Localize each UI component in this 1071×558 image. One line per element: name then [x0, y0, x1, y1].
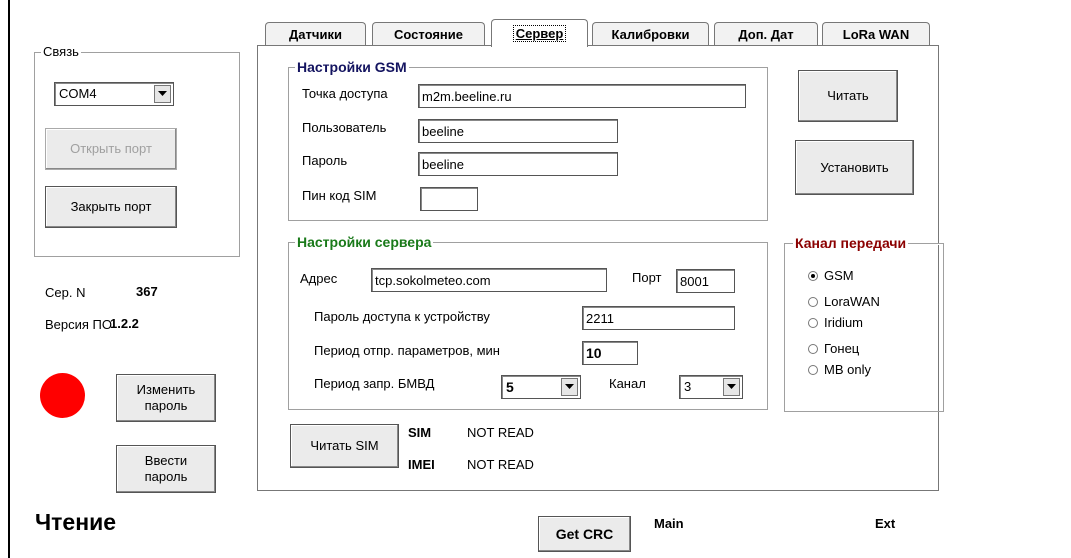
tab-calibrations-label: Калибровки: [611, 26, 690, 42]
sim-label: SIM: [408, 425, 432, 440]
tab-state[interactable]: Состояние: [372, 22, 485, 45]
server-port-input[interactable]: 8001: [676, 269, 735, 293]
main-crc-label: Main: [654, 516, 684, 531]
close-port-button[interactable]: Закрыть порт: [45, 186, 177, 228]
radio-icon: [808, 343, 818, 354]
tab-extra-sensors[interactable]: Доп. Дат: [714, 22, 818, 45]
port-select-value: COM4: [59, 86, 97, 101]
tab-sensors[interactable]: Датчики: [265, 22, 366, 45]
radio-gsm[interactable]: GSM: [808, 268, 854, 283]
tab-calibrations[interactable]: Калибровки: [592, 22, 709, 45]
serial-value: 367: [136, 284, 158, 299]
channel-value: 3: [684, 379, 692, 394]
enter-password-button[interactable]: Ввести пароль: [116, 445, 216, 493]
poll-period-select[interactable]: 5: [501, 375, 581, 399]
chevron-down-icon[interactable]: [723, 378, 740, 396]
tab-state-label: Состояние: [393, 26, 463, 42]
window-left-edge: [8, 0, 10, 558]
pin-label: Пин код SIM: [302, 188, 377, 203]
gsm-settings-title: Настройки GSM: [295, 59, 409, 75]
poll-period-value: 5: [506, 379, 514, 395]
radio-mb-only-label: MB only: [824, 362, 871, 377]
sim-value: NOT READ: [467, 425, 534, 440]
radio-icon: [808, 296, 818, 307]
change-password-line1: Изменить: [136, 382, 196, 397]
send-period-input[interactable]: 10: [582, 341, 638, 365]
channel-select[interactable]: 3: [679, 375, 743, 399]
port-label: Порт: [632, 270, 662, 285]
radio-icon: [808, 317, 818, 328]
change-password-line2: пароль: [144, 398, 188, 413]
apn-label: Точка доступа: [302, 86, 388, 101]
device-password-label: Пароль доступа к устройству: [314, 309, 490, 324]
tab-lora-wan-label: LoRa WAN: [842, 26, 910, 42]
change-password-button[interactable]: Изменить пароль: [116, 374, 216, 422]
radio-mb-only[interactable]: MB only: [808, 362, 871, 377]
radio-gsm-label: GSM: [824, 268, 854, 283]
radio-lorawan-label: LoraWAN: [824, 294, 880, 309]
tab-lora-wan[interactable]: LoRa WAN: [822, 22, 930, 45]
gsm-password-input[interactable]: beeline: [418, 152, 618, 176]
port-select[interactable]: COM4: [54, 82, 174, 106]
server-settings-title: Настройки сервера: [295, 234, 434, 250]
pin-input[interactable]: [420, 187, 478, 211]
send-period-label: Период отпр. параметров, мин: [314, 343, 500, 358]
radio-iridium-label: Iridium: [824, 315, 864, 330]
tab-server-label: Сервер: [512, 25, 567, 42]
read-sim-button[interactable]: Читать SIM: [290, 424, 399, 468]
user-input[interactable]: beeline: [418, 119, 618, 143]
status-indicator: [40, 373, 85, 418]
user-label: Пользователь: [302, 120, 387, 135]
radio-gonets-label: Гонец: [824, 341, 860, 356]
enter-password-line1: Ввести: [144, 453, 188, 468]
radio-lorawan[interactable]: LoraWAN: [808, 294, 880, 309]
comm-groupbox-title: Связь: [41, 44, 81, 59]
tab-server[interactable]: Сервер: [491, 19, 588, 47]
gsm-password-label: Пароль: [302, 153, 348, 168]
address-label: Адрес: [300, 271, 338, 286]
channel-groupbox-title: Канал передачи: [793, 235, 909, 251]
address-input[interactable]: tcp.sokolmeteo.com: [371, 268, 607, 292]
version-label: Версия ПО: [45, 317, 112, 332]
radio-selected-icon: [808, 270, 818, 281]
serial-label: Сер. N: [45, 285, 86, 300]
open-port-button[interactable]: Открыть порт: [45, 128, 177, 170]
tab-extra-sensors-label: Доп. Дат: [738, 26, 794, 42]
imei-value: NOT READ: [467, 457, 534, 472]
device-password-input[interactable]: 2211: [582, 306, 735, 330]
enter-password-line2: пароль: [144, 469, 188, 484]
imei-label: IMEI: [408, 457, 435, 472]
radio-icon: [808, 364, 818, 375]
apn-input[interactable]: m2m.beeline.ru: [418, 84, 746, 108]
poll-period-label: Период запр. БМВД: [314, 376, 435, 391]
ext-crc-label: Ext: [875, 516, 896, 531]
radio-gonets[interactable]: Гонец: [808, 341, 859, 356]
chevron-down-icon[interactable]: [561, 378, 578, 396]
radio-iridium[interactable]: Iridium: [808, 315, 863, 330]
chevron-down-icon[interactable]: [154, 85, 171, 103]
channel-label: Канал: [609, 376, 646, 391]
version-value: 1.2.2: [110, 316, 139, 331]
tab-sensors-label: Датчики: [289, 26, 342, 42]
get-crc-button[interactable]: Get CRC: [538, 516, 631, 552]
read-button[interactable]: Читать: [798, 70, 898, 122]
status-text: Чтение: [35, 509, 117, 535]
set-button[interactable]: Установить: [795, 140, 914, 195]
